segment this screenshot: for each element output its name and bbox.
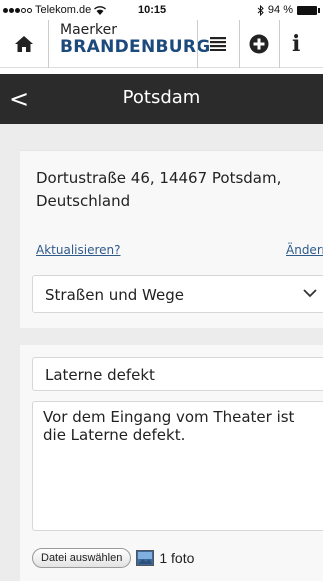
file-count-label: 1 foto (159, 550, 195, 566)
battery-icon (297, 5, 320, 15)
content-area: Dortustraße 46, 14467 Potsdam, Deutschla… (0, 124, 323, 581)
add-report-button[interactable] (240, 20, 278, 68)
carrier-label: Telekom.de (35, 4, 92, 16)
location-card: Dortustraße 46, 14467 Potsdam, Deutschla… (20, 150, 323, 268)
change-location-link[interactable]: Ändern? (286, 243, 323, 257)
category-value: Straßen und Wege (45, 286, 184, 304)
info-button[interactable]: i (292, 20, 323, 68)
page-title: Potsdam (122, 87, 201, 108)
report-form-card: Laterne defekt Vor dem Eingang vom Theat… (20, 345, 323, 581)
home-button[interactable] (0, 20, 48, 68)
info-icon: i (292, 31, 301, 57)
image-icon (136, 550, 155, 566)
report-description-textarea[interactable]: Vor dem Eingang vom Theater ist die Late… (32, 401, 323, 531)
choose-file-button[interactable]: Datei auswählen (32, 548, 132, 568)
update-location-link[interactable]: Aktualisieren? (36, 243, 121, 257)
category-card: Straßen und Wege (20, 266, 323, 328)
category-select[interactable]: Straßen und Wege (32, 275, 323, 313)
report-description-value: Vor dem Eingang vom Theater ist die Late… (43, 408, 295, 444)
report-title-value: Laterne defekt (45, 366, 155, 384)
battery-percent: 94 % (267, 4, 293, 16)
logo-line1: Maerker (60, 22, 118, 38)
status-left: Telekom.de (3, 4, 107, 16)
title-bar: < Potsdam (0, 74, 323, 124)
report-title-input[interactable]: Laterne defekt (32, 357, 323, 391)
maerker-logo[interactable]: Maerker BRANDENBURG (60, 23, 211, 56)
bluetooth-icon (257, 4, 264, 16)
divider (48, 20, 49, 68)
chevron-down-icon (303, 289, 317, 298)
signal-dots-icon (3, 7, 32, 13)
wifi-icon (94, 5, 107, 15)
menu-button[interactable] (198, 20, 238, 68)
logo-line2: BRANDENBURG (60, 37, 211, 57)
status-bar: Telekom.de 10:15 94 % (0, 0, 323, 20)
menu-icon (210, 37, 226, 51)
address-text: Dortustraße 46, 14467 Potsdam, Deutschla… (36, 169, 282, 210)
file-upload-row: Datei auswählen 1 foto (32, 545, 194, 571)
status-time: 10:15 (138, 4, 167, 16)
app-header: Maerker BRANDENBURG i (0, 20, 323, 68)
divider (279, 20, 280, 68)
home-icon (15, 36, 33, 52)
status-right: 94 % (257, 4, 320, 16)
add-circle-icon (249, 34, 269, 54)
